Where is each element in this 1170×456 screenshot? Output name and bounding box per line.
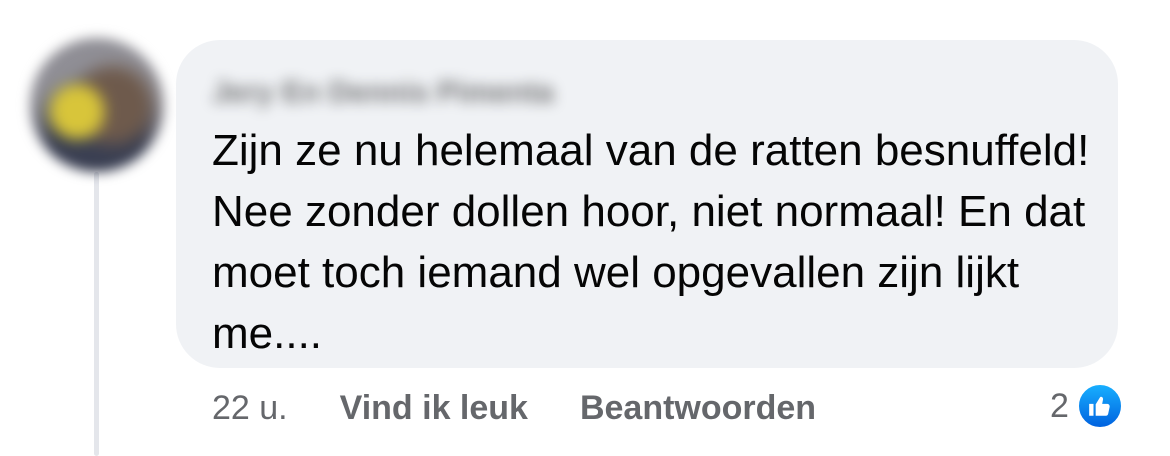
thread-line — [94, 172, 99, 456]
like-button[interactable]: Vind ik leuk — [340, 389, 528, 428]
thumbs-up-icon — [1076, 383, 1123, 429]
author-name[interactable]: Jery En Dennis Pimenta — [212, 76, 554, 110]
comment-actions: 22 u. Vind ik leuk Beantwoorden — [212, 386, 868, 430]
reply-button[interactable]: Beantwoorden — [580, 389, 816, 428]
timestamp[interactable]: 22 u. — [212, 389, 288, 428]
reaction-summary[interactable]: 2 — [1050, 383, 1123, 429]
avatar[interactable] — [30, 38, 164, 172]
reaction-count: 2 — [1050, 386, 1069, 425]
comment-bubble: Jery En Dennis Pimenta Zijn ze nu helema… — [176, 40, 1118, 368]
comment-text: Zijn ze nu helemaal van de ratten besnuf… — [212, 126, 1090, 358]
